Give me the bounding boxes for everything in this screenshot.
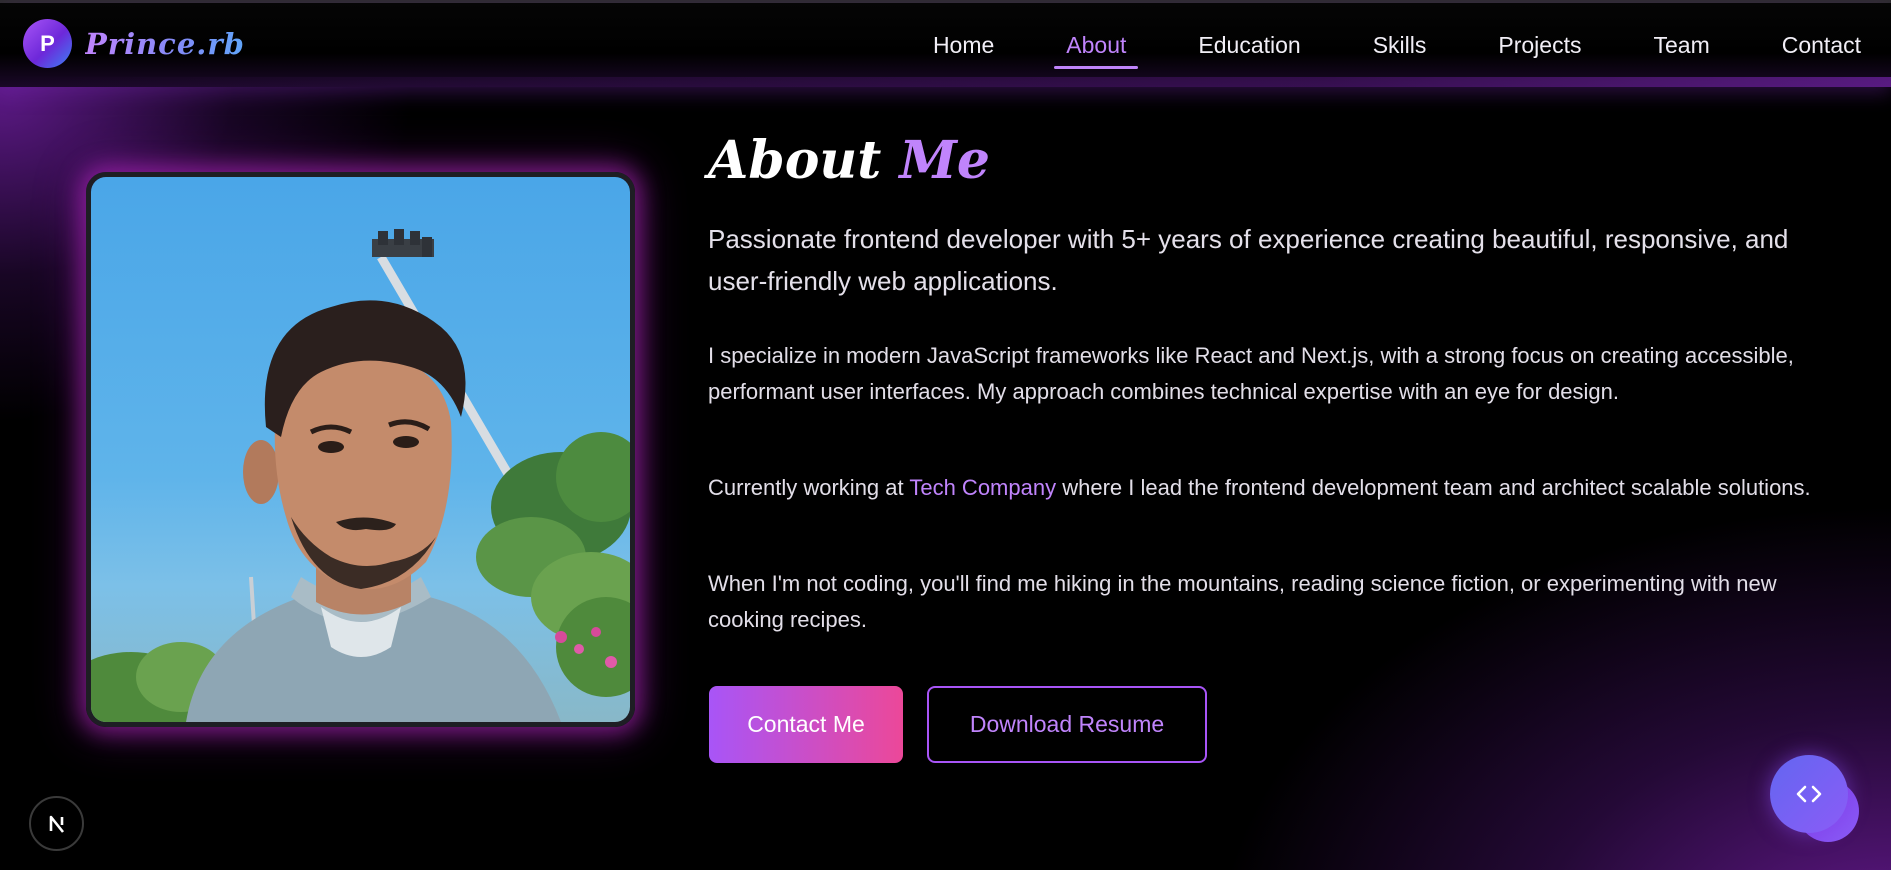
nextjs-glyph xyxy=(49,815,64,833)
code-toggle-button[interactable] xyxy=(1770,755,1848,833)
about-paragraph-1: I specialize in modern JavaScript framew… xyxy=(708,343,1794,404)
about-lead: Passionate frontend developer with 5+ ye… xyxy=(708,224,1789,296)
nav-about[interactable]: About xyxy=(1054,32,1139,69)
about-title: About Me xyxy=(708,130,990,191)
profile-photo xyxy=(91,177,630,722)
nav-skills[interactable]: Skills xyxy=(1373,32,1427,69)
profile-photo-illustration xyxy=(91,229,630,722)
brand-logo[interactable]: P Prince.rb xyxy=(23,19,245,68)
nav-contact[interactable]: Contact xyxy=(1782,32,1861,69)
navbar: P Prince.rb Home About Education Skills … xyxy=(0,3,1891,87)
main-nav: Home About Education Skills Projects Tea… xyxy=(861,32,1861,69)
profile-photo-frame xyxy=(86,172,635,727)
brand-name: Prince.rb xyxy=(85,26,245,61)
nav-team[interactable]: Team xyxy=(1653,32,1709,69)
about-title-main: About xyxy=(708,130,882,191)
about-paragraph-2-after: where I lead the frontend development te… xyxy=(1056,475,1811,500)
nav-education[interactable]: Education xyxy=(1198,32,1300,69)
code-icon xyxy=(1796,785,1822,803)
about-paragraph-2: Currently working at Tech Company where … xyxy=(708,470,1818,506)
contact-me-button[interactable]: Contact Me xyxy=(709,686,903,763)
nextjs-icon[interactable] xyxy=(29,796,84,851)
about-title-accent: Me xyxy=(899,130,990,191)
nav-home[interactable]: Home xyxy=(933,32,994,69)
company-highlight: Tech Company xyxy=(909,475,1057,500)
about-paragraph-3: When I'm not coding, you'll find me hiki… xyxy=(708,571,1777,632)
logo-badge-icon: P xyxy=(23,19,72,68)
nav-projects[interactable]: Projects xyxy=(1498,32,1581,69)
download-resume-button[interactable]: Download Resume xyxy=(927,686,1207,763)
about-paragraph-2-before: Currently working at xyxy=(708,475,910,500)
